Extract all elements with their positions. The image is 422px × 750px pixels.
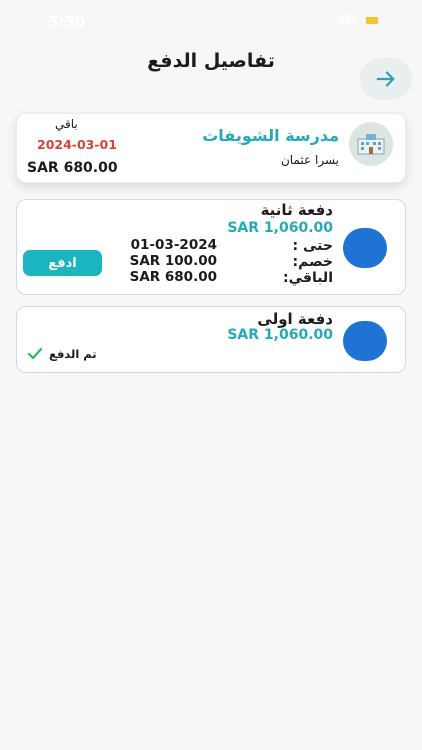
payment-amount: SAR 1,060.00: [227, 327, 333, 343]
status-time: 5:50: [48, 13, 86, 31]
discount-label: خصم:: [292, 254, 333, 270]
signal-indicator: 4G: [336, 13, 356, 28]
back-button[interactable]: [360, 58, 412, 100]
school-summary-card: مدرسة الشويفات يسرا عثمان باقي 2024-03-0…: [16, 113, 406, 183]
payment-status-circle: [343, 228, 387, 268]
remaining-value: SAR 680.00: [129, 269, 217, 285]
due-label: حتى :: [292, 238, 333, 254]
payment-status-circle: [343, 321, 387, 361]
payment-title: دفعة ثانية: [260, 201, 333, 219]
due-value: 01-03-2024: [130, 237, 217, 253]
school-name: مدرسة الشويفات: [202, 126, 339, 145]
remaining-label: الباقي:: [283, 270, 333, 286]
payment-card-first: دفعة اولى SAR 1,060.00 تم الدفع: [16, 306, 406, 373]
page-title: تفاصيل الدفع: [147, 50, 275, 72]
payment-title: دفعة اولى: [257, 310, 333, 328]
payment-card-second: دفعة ثانية SAR 1,060.00 حتى : خصم: الباق…: [16, 199, 406, 295]
remaining-amount: SAR 680.00: [27, 160, 118, 176]
battery-icon: [366, 17, 378, 24]
status-bar: 5:50 4G: [0, 0, 422, 44]
student-name: يسرا عثمان: [280, 153, 339, 167]
remaining-date: 2024-03-01: [37, 137, 117, 152]
check-icon: [27, 347, 43, 360]
pay-button[interactable]: ادفع: [23, 250, 102, 276]
paid-label: تم الدفع: [49, 347, 97, 361]
payment-amount: SAR 1,060.00: [227, 220, 333, 236]
arrow-right-icon: [376, 71, 395, 87]
school-building-icon: [349, 122, 393, 166]
remaining-label: باقي: [55, 117, 78, 131]
discount-value: SAR 100.00: [129, 253, 217, 269]
